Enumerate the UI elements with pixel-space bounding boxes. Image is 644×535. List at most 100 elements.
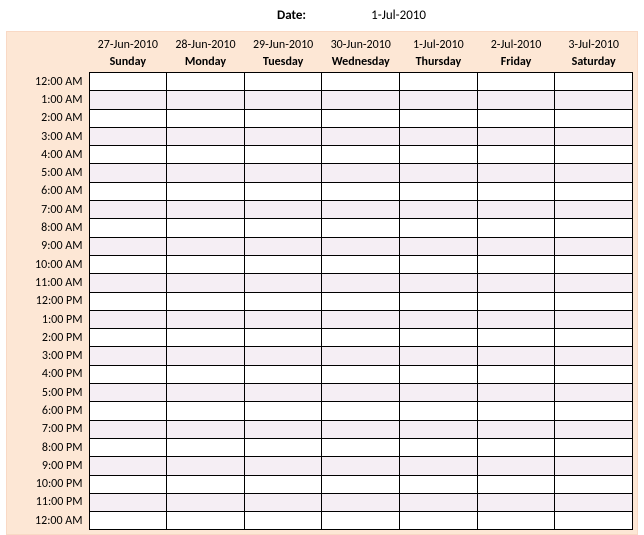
schedule-cell[interactable] <box>477 347 555 365</box>
schedule-cell[interactable] <box>555 164 633 182</box>
schedule-cell[interactable] <box>167 402 245 420</box>
schedule-cell[interactable] <box>322 475 400 493</box>
schedule-cell[interactable] <box>322 512 400 530</box>
schedule-cell[interactable] <box>167 292 245 310</box>
schedule-cell[interactable] <box>400 420 478 438</box>
schedule-cell[interactable] <box>167 237 245 255</box>
schedule-cell[interactable] <box>167 384 245 402</box>
schedule-cell[interactable] <box>400 493 478 511</box>
schedule-cell[interactable] <box>244 164 322 182</box>
schedule-cell[interactable] <box>477 512 555 530</box>
schedule-cell[interactable] <box>167 310 245 328</box>
schedule-cell[interactable] <box>477 420 555 438</box>
schedule-cell[interactable] <box>89 347 167 365</box>
schedule-cell[interactable] <box>167 512 245 530</box>
schedule-cell[interactable] <box>89 329 167 347</box>
schedule-cell[interactable] <box>167 255 245 273</box>
schedule-cell[interactable] <box>555 384 633 402</box>
schedule-cell[interactable] <box>322 274 400 292</box>
schedule-cell[interactable] <box>89 402 167 420</box>
schedule-cell[interactable] <box>477 164 555 182</box>
schedule-cell[interactable] <box>167 365 245 383</box>
schedule-cell[interactable] <box>555 91 633 109</box>
schedule-cell[interactable] <box>555 457 633 475</box>
schedule-cell[interactable] <box>89 146 167 164</box>
schedule-cell[interactable] <box>322 219 400 237</box>
schedule-cell[interactable] <box>400 127 478 145</box>
schedule-cell[interactable] <box>400 274 478 292</box>
schedule-cell[interactable] <box>89 512 167 530</box>
schedule-cell[interactable] <box>322 384 400 402</box>
schedule-cell[interactable] <box>244 384 322 402</box>
schedule-cell[interactable] <box>167 146 245 164</box>
schedule-cell[interactable] <box>89 91 167 109</box>
schedule-cell[interactable] <box>244 73 322 91</box>
schedule-cell[interactable] <box>244 255 322 273</box>
schedule-cell[interactable] <box>89 384 167 402</box>
schedule-cell[interactable] <box>477 365 555 383</box>
schedule-cell[interactable] <box>555 493 633 511</box>
schedule-cell[interactable] <box>477 73 555 91</box>
schedule-cell[interactable] <box>89 365 167 383</box>
schedule-cell[interactable] <box>555 219 633 237</box>
schedule-cell[interactable] <box>244 274 322 292</box>
schedule-cell[interactable] <box>555 438 633 456</box>
schedule-cell[interactable] <box>89 164 167 182</box>
schedule-cell[interactable] <box>477 475 555 493</box>
schedule-cell[interactable] <box>89 292 167 310</box>
schedule-cell[interactable] <box>89 438 167 456</box>
schedule-cell[interactable] <box>322 255 400 273</box>
schedule-cell[interactable] <box>89 493 167 511</box>
schedule-cell[interactable] <box>322 329 400 347</box>
schedule-cell[interactable] <box>555 310 633 328</box>
schedule-cell[interactable] <box>89 274 167 292</box>
schedule-cell[interactable] <box>89 73 167 91</box>
schedule-cell[interactable] <box>477 292 555 310</box>
schedule-cell[interactable] <box>555 292 633 310</box>
schedule-cell[interactable] <box>477 91 555 109</box>
schedule-cell[interactable] <box>322 237 400 255</box>
schedule-cell[interactable] <box>555 255 633 273</box>
schedule-cell[interactable] <box>244 457 322 475</box>
schedule-cell[interactable] <box>477 329 555 347</box>
schedule-cell[interactable] <box>400 219 478 237</box>
schedule-cell[interactable] <box>89 201 167 219</box>
schedule-cell[interactable] <box>167 457 245 475</box>
schedule-cell[interactable] <box>167 274 245 292</box>
schedule-cell[interactable] <box>322 438 400 456</box>
schedule-cell[interactable] <box>167 219 245 237</box>
schedule-cell[interactable] <box>89 255 167 273</box>
schedule-cell[interactable] <box>400 201 478 219</box>
schedule-cell[interactable] <box>89 219 167 237</box>
schedule-cell[interactable] <box>477 255 555 273</box>
schedule-cell[interactable] <box>89 237 167 255</box>
schedule-cell[interactable] <box>322 402 400 420</box>
schedule-cell[interactable] <box>400 457 478 475</box>
schedule-cell[interactable] <box>89 420 167 438</box>
schedule-cell[interactable] <box>477 310 555 328</box>
schedule-cell[interactable] <box>244 347 322 365</box>
schedule-cell[interactable] <box>477 438 555 456</box>
schedule-cell[interactable] <box>555 420 633 438</box>
schedule-cell[interactable] <box>400 164 478 182</box>
schedule-cell[interactable] <box>167 329 245 347</box>
schedule-cell[interactable] <box>244 109 322 127</box>
schedule-cell[interactable] <box>244 475 322 493</box>
schedule-cell[interactable] <box>555 201 633 219</box>
schedule-cell[interactable] <box>477 219 555 237</box>
schedule-cell[interactable] <box>477 457 555 475</box>
schedule-cell[interactable] <box>322 493 400 511</box>
schedule-cell[interactable] <box>244 365 322 383</box>
schedule-cell[interactable] <box>167 127 245 145</box>
schedule-cell[interactable] <box>400 237 478 255</box>
schedule-cell[interactable] <box>555 73 633 91</box>
schedule-cell[interactable] <box>322 91 400 109</box>
schedule-cell[interactable] <box>555 146 633 164</box>
schedule-cell[interactable] <box>400 365 478 383</box>
schedule-cell[interactable] <box>400 347 478 365</box>
schedule-cell[interactable] <box>400 146 478 164</box>
schedule-cell[interactable] <box>244 219 322 237</box>
schedule-cell[interactable] <box>477 402 555 420</box>
schedule-cell[interactable] <box>244 146 322 164</box>
schedule-cell[interactable] <box>244 512 322 530</box>
